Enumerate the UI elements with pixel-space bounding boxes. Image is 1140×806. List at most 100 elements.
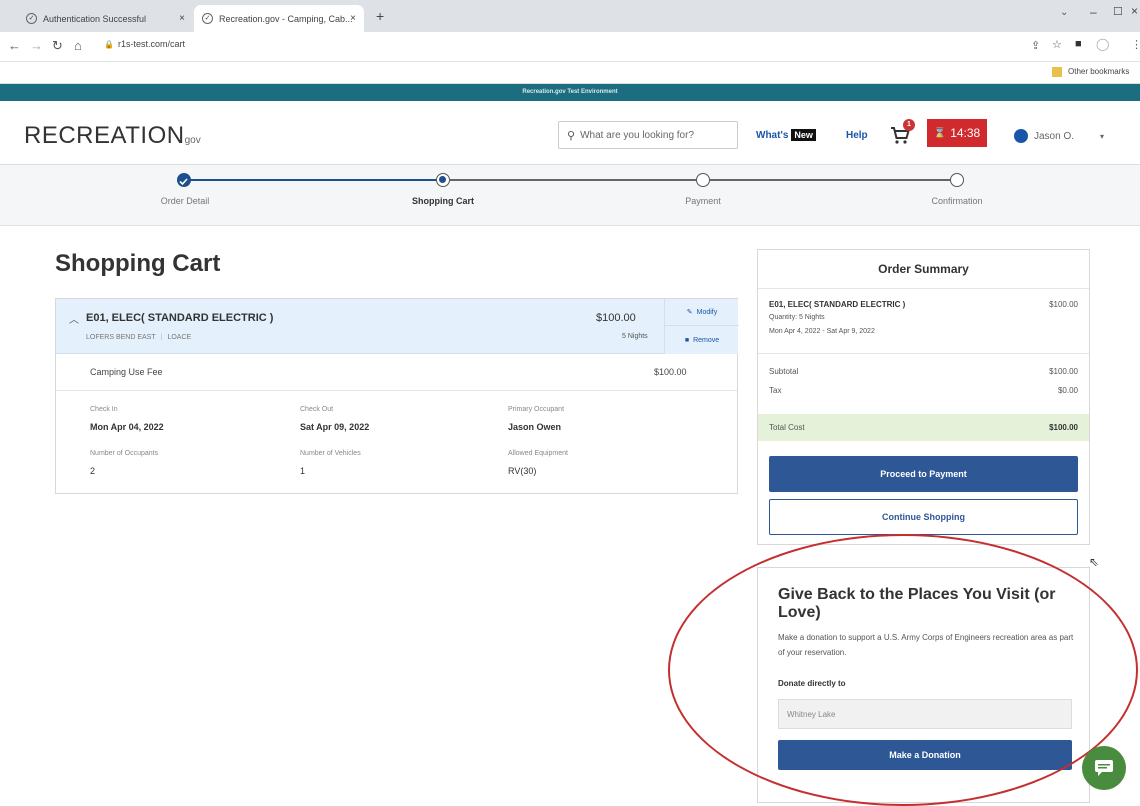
logo-main: RECREATION — [24, 122, 185, 149]
home-icon[interactable]: ⌂ — [74, 38, 82, 53]
subtotal-label: Subtotal — [769, 367, 799, 376]
check-in-value: Mon Apr 04, 2022 — [90, 422, 164, 432]
chevron-down-icon[interactable]: ⌄ — [1060, 7, 1068, 18]
close-tab-icon[interactable]: × — [350, 13, 356, 24]
num-vehicles-label: Number of Vehicles — [300, 450, 361, 457]
occupant-label: Primary Occupant — [508, 406, 565, 413]
share-icon[interactable]: ⇪ — [1031, 39, 1040, 52]
remove-button[interactable]: ■ Remove — [665, 327, 739, 354]
cart-item-actions: ✎ Modify ■ Remove — [664, 299, 739, 354]
total-value: $100.00 — [1049, 423, 1078, 432]
hourglass-icon: ⌛ — [933, 127, 947, 139]
whats-new-link[interactable]: What's New — [756, 129, 816, 141]
modify-label: Modify — [696, 308, 718, 316]
cart-count-badge: 1 — [903, 119, 915, 131]
help-link[interactable]: Help — [846, 130, 868, 141]
equipment-label: Allowed Equipment — [508, 450, 568, 457]
summary-item-price: $100.00 — [1049, 300, 1078, 309]
total-label: Total Cost — [769, 423, 805, 432]
step-label-confirmation: Confirmation — [931, 196, 983, 206]
search-input[interactable]: ⚲ What are you looking for? — [558, 121, 738, 149]
logo-suffix: gov — [184, 135, 201, 146]
step-label-order-detail: Order Detail — [160, 196, 210, 206]
continue-shopping-button[interactable]: Continue Shopping — [769, 499, 1078, 535]
occupant-value: Jason Owen — [508, 422, 562, 432]
close-window-icon[interactable]: × — [1131, 4, 1138, 18]
cart-item-nights: 5 Nights — [622, 333, 648, 340]
bookmarks-bar: Other bookmarks — [0, 62, 1140, 84]
tax-label: Tax — [769, 386, 782, 395]
extension-icon[interactable]: ■ — [1075, 38, 1082, 50]
other-bookmarks[interactable]: Other bookmarks — [1068, 67, 1129, 76]
cart-item-name: E01, ELEC( STANDARD ELECTRIC ) — [86, 312, 274, 324]
step-label-payment: Payment — [685, 196, 721, 206]
summary-quantity: Quantity: 5 Nights — [769, 314, 825, 321]
chat-button[interactable] — [1082, 746, 1126, 790]
check-out-value: Sat Apr 09, 2022 — [300, 422, 370, 432]
browser-tab-auth[interactable]: ✓ Authentication Successful × — [18, 5, 193, 32]
back-icon[interactable]: ← — [8, 38, 21, 53]
tax-value: $0.00 — [1057, 386, 1078, 395]
progress-line — [190, 179, 440, 181]
new-tab-button[interactable]: + — [376, 8, 384, 24]
tab-status-icon: ✓ — [202, 13, 213, 24]
cart-item-price: $100.00 — [596, 312, 636, 324]
page-title: Shopping Cart — [55, 250, 221, 277]
user-menu[interactable]: Jason O. ▾ — [1014, 129, 1104, 143]
summary-dates: Mon Apr 4, 2022 - Sat Apr 9, 2022 — [769, 328, 875, 335]
reload-icon[interactable]: ↻ — [52, 38, 63, 54]
location-code: LOACE — [167, 334, 192, 341]
address-bar: ← → ↻ ⌂ 🔒 r1s-test.com/cart ⇪ ☆ ■ ◯ ⋮ — [0, 32, 1140, 62]
url-field[interactable]: r1s-test.com/cart — [118, 39, 185, 49]
whats-label: What's — [756, 130, 789, 141]
timer-value: 14:38 — [950, 126, 981, 140]
lock-icon: 🔒 — [104, 40, 114, 49]
star-icon[interactable]: ☆ — [1052, 38, 1062, 51]
close-tab-icon[interactable]: × — [179, 13, 185, 24]
trash-icon: ■ — [684, 337, 690, 344]
location-name: LOFERS BEND EAST — [86, 334, 156, 341]
site-header: RECREATIONgov ⚲ What are you looking for… — [0, 101, 1140, 165]
summary-item-name: E01, ELEC( STANDARD ELECTRIC ) — [769, 300, 906, 309]
pencil-icon: ✎ — [686, 309, 693, 316]
fee-value: $100.00 — [654, 367, 687, 377]
proceed-to-payment-button[interactable]: Proceed to Payment — [769, 456, 1078, 492]
reservation-timer[interactable]: ⌛ 14:38 — [927, 119, 987, 147]
tab-title: Authentication Successful — [43, 13, 147, 24]
num-occupants-label: Number of Occupants — [90, 450, 159, 457]
avatar — [1014, 129, 1028, 143]
chevron-down-icon: ▾ — [1100, 131, 1105, 141]
remove-label: Remove — [693, 337, 720, 344]
checkout-progress: Order Detail Shopping Cart Payment Confi… — [0, 165, 1140, 226]
profile-icon[interactable]: ◯ — [1096, 37, 1109, 51]
environment-banner: Recreation.gov Test Environment — [0, 84, 1140, 101]
divider — [758, 288, 1089, 289]
step-todo-icon — [950, 173, 964, 187]
cart-item-header[interactable]: ︿ E01, ELEC( STANDARD ELECTRIC ) LOFERS … — [56, 299, 664, 354]
step-label-shopping-cart: Shopping Cart — [412, 196, 474, 206]
minimize-icon[interactable]: – — [1090, 5, 1097, 19]
tab-title: Recreation.gov - Camping, Cab... — [219, 13, 353, 24]
location-divider: | — [160, 334, 163, 341]
modify-button[interactable]: ✎ Modify — [665, 299, 739, 326]
check-in-label: Check In — [90, 406, 118, 413]
tab-status-icon: ✓ — [26, 13, 37, 24]
mouse-cursor-icon: ⇖ — [1089, 555, 1100, 569]
browser-tab-recreation[interactable]: ✓ Recreation.gov - Camping, Cab... × — [194, 5, 364, 32]
folder-icon — [1052, 67, 1062, 77]
search-icon: ⚲ — [567, 129, 576, 142]
forward-icon[interactable]: → — [30, 38, 43, 53]
maximize-icon[interactable]: ☐ — [1113, 5, 1123, 18]
search-placeholder: What are you looking for? — [580, 129, 695, 141]
total-row: Total Cost $100.00 — [758, 414, 1089, 441]
site-logo[interactable]: RECREATIONgov — [24, 122, 201, 150]
fee-label: Camping Use Fee — [90, 367, 163, 377]
step-done-icon — [177, 173, 191, 187]
chevron-up-icon[interactable]: ︿ — [69, 311, 79, 326]
chat-icon — [1095, 760, 1113, 776]
menu-icon[interactable]: ⋮ — [1131, 38, 1140, 51]
browser-tab-bar: ✓ Authentication Successful × ✓ Recreati… — [0, 0, 1140, 32]
equipment-value: RV(30) — [508, 466, 537, 476]
highlight-annotation — [668, 534, 1138, 806]
divider — [758, 353, 1089, 354]
